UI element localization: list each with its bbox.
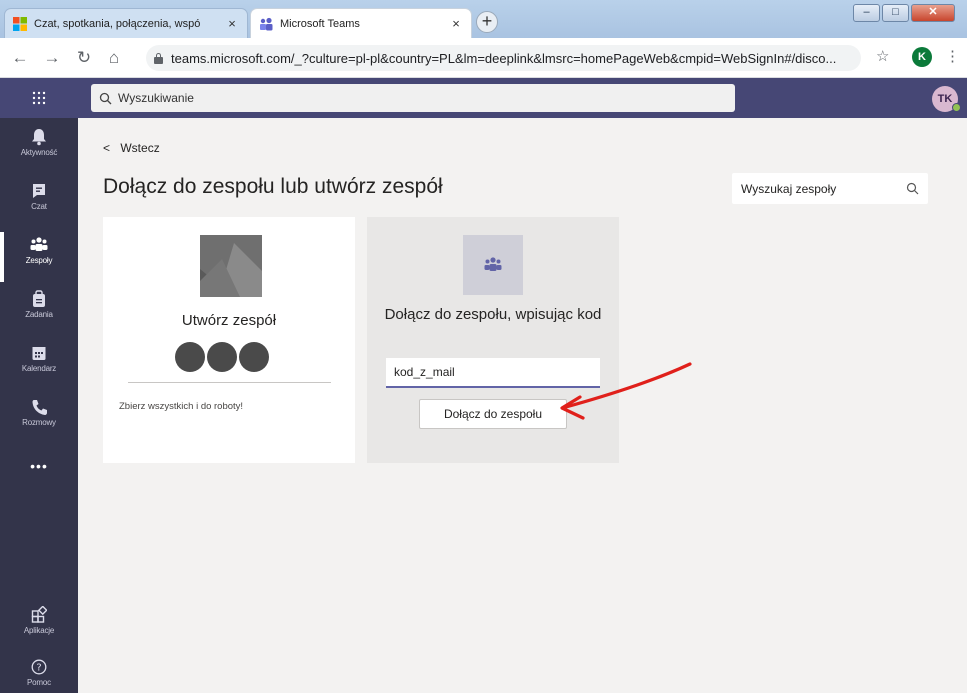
team-search-placeholder: Wyszukaj zespoły — [741, 181, 837, 196]
apps-icon — [31, 606, 47, 623]
maximize-button[interactable]: □ — [882, 4, 909, 22]
svg-text:?: ? — [36, 663, 41, 674]
assignments-icon — [33, 290, 45, 307]
tab-close-icon[interactable]: × — [449, 16, 463, 31]
back-link[interactable]: < Wstecz — [103, 141, 160, 155]
rail-label: Zespoły — [25, 256, 53, 265]
rail-label: Rozmowy — [22, 418, 56, 427]
rail-label: Aplikacje — [23, 626, 55, 635]
help-icon: ? — [31, 659, 47, 675]
rail-item-pomoc[interactable]: ? Pomoc — [0, 658, 78, 687]
tab-label: Czat, spotkania, połączenia, wspó — [34, 17, 201, 30]
search-icon — [99, 92, 112, 104]
tab-close-icon[interactable]: × — [225, 16, 239, 31]
teams-logo-icon — [260, 17, 273, 30]
microsoft-logo-icon — [13, 16, 27, 31]
join-team-button[interactable]: Dołącz do zespołu — [419, 399, 567, 429]
member-avatar — [207, 342, 237, 372]
address-bar[interactable]: teams.microsoft.com/_?culture=pl-pl&coun… — [146, 45, 861, 71]
member-avatar — [239, 342, 269, 372]
rail-label: Aktywność — [20, 148, 58, 157]
url-text: teams.microsoft.com/_?culture=pl-pl&coun… — [171, 50, 837, 66]
presence-status-icon — [952, 103, 961, 112]
phone-icon — [32, 400, 47, 415]
rail-label: Kalendarz — [21, 364, 57, 373]
minimize-button[interactable]: ‒ — [853, 4, 880, 22]
browser-menu-icon[interactable]: ⋮ — [945, 47, 960, 65]
team-code-input[interactable] — [386, 358, 600, 388]
window-controls: ‒ □ ✕ — [853, 4, 955, 22]
team-placeholder-image — [200, 235, 262, 297]
back-arrow-icon[interactable]: ← — [8, 48, 32, 68]
rail-label: Czat — [31, 202, 47, 211]
search-icon — [906, 182, 919, 195]
rail-label: Zadania — [25, 310, 53, 319]
home-icon[interactable]: ⌂ — [102, 48, 126, 68]
rail-item-kalendarz[interactable]: Kalendarz — [0, 344, 78, 373]
calendar-icon — [32, 347, 46, 360]
join-team-icon-box — [463, 235, 523, 295]
new-tab-button[interactable]: + — [476, 11, 498, 33]
browser-tab-teams[interactable]: Microsoft Teams × — [250, 8, 472, 38]
bell-icon — [32, 129, 46, 146]
chat-icon — [33, 184, 45, 198]
browser-profile-avatar[interactable]: K — [912, 47, 932, 67]
rail-item-zespoly[interactable]: Zespoły — [0, 236, 78, 265]
join-team-card: Dołącz do zespołu, wpisując kod Dołącz d… — [367, 217, 619, 463]
close-window-button[interactable]: ✕ — [911, 4, 955, 22]
rail-item-aplikacje[interactable]: Aplikacje — [0, 606, 78, 635]
rail-label: Pomoc — [27, 678, 51, 687]
lock-icon — [154, 52, 163, 64]
search-placeholder: Wyszukiwanie — [118, 91, 194, 105]
join-team-title: Dołącz do zespołu, wpisując kod — [384, 306, 602, 323]
divider — [128, 382, 331, 383]
teams-icon — [484, 257, 502, 271]
teams-icon — [30, 237, 48, 251]
chevron-left-icon: < — [103, 141, 111, 155]
member-avatar — [175, 342, 205, 372]
tab-label: Microsoft Teams — [280, 17, 360, 30]
more-apps-icon[interactable]: ••• — [0, 458, 78, 474]
create-team-card[interactable]: Utwórz zespół Zbierz wszystkich i do rob… — [103, 217, 355, 463]
rail-item-zadania[interactable]: Zadania — [0, 290, 78, 319]
browser-tab-czat[interactable]: Czat, spotkania, połączenia, wspó × — [4, 8, 248, 38]
app-launcher-icon[interactable] — [0, 78, 78, 118]
reload-icon[interactable]: ↻ — [72, 48, 96, 68]
create-team-description: Zbierz wszystkich i do roboty! — [119, 401, 244, 412]
bookmark-star-icon[interactable]: ☆ — [876, 47, 889, 65]
back-label: Wstecz — [120, 141, 160, 155]
rail-item-aktywnosc[interactable]: Aktywność — [0, 128, 78, 157]
forward-arrow-icon[interactable]: → — [40, 48, 64, 68]
member-avatars — [175, 342, 269, 372]
page-title: Dołącz do zespołu lub utwórz zespół — [103, 175, 443, 198]
rail-item-rozmowy[interactable]: Rozmowy — [0, 398, 78, 427]
teams-search-input[interactable]: Wyszukiwanie — [91, 84, 735, 112]
waffle-grid-icon — [32, 91, 46, 105]
create-team-title: Utwórz zespół — [181, 312, 277, 329]
rail-item-czat[interactable]: Czat — [0, 182, 78, 211]
team-search-input[interactable]: Wyszukaj zespoły — [732, 173, 928, 204]
